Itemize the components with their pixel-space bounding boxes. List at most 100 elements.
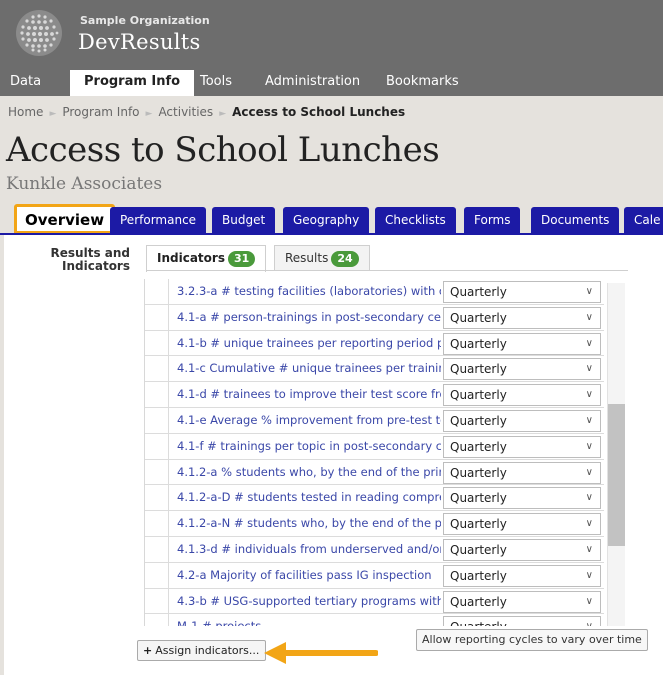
reporting-cycle-value: Quarterly <box>450 594 507 609</box>
reporting-cycle-value: Quarterly <box>450 310 507 325</box>
chevron-down-icon: ∨ <box>585 492 593 504</box>
chevron-down-icon: ∨ <box>585 466 593 478</box>
indicators-table: 3.2.3-a # testing facilities (laboratori… <box>144 279 604 626</box>
chevron-right-icon: ► <box>49 109 57 119</box>
table-row: 3.2.3-a # testing facilities (laboratori… <box>145 279 604 305</box>
reporting-cycle-select[interactable]: Quarterly ∨ <box>443 539 601 561</box>
indicators-count-badge: 31 <box>227 251 256 267</box>
indicator-link[interactable]: 4.2-a Majority of facilities pass IG ins… <box>177 563 441 588</box>
reporting-cycle-select[interactable]: Quarterly ∨ <box>443 616 601 626</box>
subtab-results[interactable]: Results 24 <box>274 245 370 271</box>
reporting-cycle-select[interactable]: Quarterly ∨ <box>443 358 601 381</box>
subtab-indicators[interactable]: Indicators 31 <box>146 245 267 272</box>
reporting-cycle-select[interactable]: Quarterly ∨ <box>443 487 601 510</box>
indicator-link[interactable]: 4.1.3-d # individuals from underserved a… <box>177 537 441 562</box>
indicator-link[interactable]: 4.1.2-a % students who, by the end of th… <box>177 460 441 485</box>
indicator-link[interactable]: 4.1.2-a-D # students tested in reading c… <box>177 485 441 510</box>
chevron-down-icon: ∨ <box>586 617 593 626</box>
activity-tabs: Overview Performance Budget Geography Ch… <box>0 204 663 234</box>
indicator-link[interactable]: 4.3-b # USG-supported tertiary programs … <box>177 589 441 614</box>
reporting-cycle-select[interactable]: Quarterly ∨ <box>443 461 601 484</box>
row-gutter <box>145 433 169 459</box>
chevron-down-icon: ∨ <box>585 363 593 375</box>
tab-budget[interactable]: Budget <box>212 207 276 233</box>
indicator-link[interactable]: 4.1.2-a-N # students who, by the end of … <box>177 511 441 536</box>
reporting-cycle-value: Quarterly <box>450 465 507 480</box>
chevron-down-icon: ∨ <box>585 440 593 452</box>
arrow-left-annotation-icon <box>264 642 378 664</box>
reporting-cycle-select[interactable]: Quarterly ∨ <box>443 564 601 587</box>
table-row: 4.2-a Majority of facilities pass IG ins… <box>145 562 604 589</box>
reporting-cycle-select[interactable]: Quarterly ∨ <box>443 590 601 613</box>
reporting-cycle-select[interactable]: Quarterly ∨ <box>443 306 601 329</box>
indicator-link[interactable]: 4.1-c Cumulative # unique trainees per t… <box>177 356 441 381</box>
tab-documents[interactable]: Documents <box>531 207 620 233</box>
nav-item-administration[interactable]: Administration <box>265 70 360 96</box>
indicator-link[interactable]: 4.1-a # person-trainings in post-seconda… <box>177 305 441 330</box>
tab-forms[interactable]: Forms <box>464 207 521 233</box>
table-row: 4.1-b # unique trainees per reporting pe… <box>145 330 604 357</box>
table-row: 4.1.2-a % students who, by the end of th… <box>145 459 604 486</box>
breadcrumb-program-info[interactable]: Program Info <box>62 105 139 119</box>
reporting-cycle-select[interactable]: Quarterly ∨ <box>443 513 601 536</box>
tab-overview[interactable]: Overview <box>14 204 116 234</box>
tab-performance[interactable]: Performance <box>110 207 207 233</box>
indicator-link[interactable]: 4.1-e Average % improvement from pre-tes… <box>177 408 441 433</box>
chevron-down-icon: ∨ <box>585 595 593 607</box>
chevron-down-icon: ∨ <box>585 286 593 297</box>
table-row: 4.1.2-a-N # students who, by the end of … <box>145 511 604 537</box>
row-gutter <box>145 485 169 511</box>
globe-logo-icon[interactable] <box>16 10 62 56</box>
row-gutter <box>145 330 169 356</box>
row-gutter <box>145 614 169 626</box>
table-row: 4.1-c Cumulative # unique trainees per t… <box>145 356 604 383</box>
table-row: 4.1-a # person-trainings in post-seconda… <box>145 304 604 331</box>
reporting-cycle-select[interactable]: Quarterly ∨ <box>443 410 601 432</box>
reporting-cycle-value: Quarterly <box>450 439 507 454</box>
chevron-down-icon: ∨ <box>585 389 593 401</box>
reporting-cycle-value: Quarterly <box>450 543 507 557</box>
breadcrumb-activities[interactable]: Activities <box>158 105 213 119</box>
row-gutter <box>145 588 169 614</box>
reporting-cycle-value: Quarterly <box>450 285 507 299</box>
tab-geography[interactable]: Geography <box>283 207 370 233</box>
scrollbar-thumb[interactable] <box>608 404 625 546</box>
indicator-link[interactable]: 3.2.3-a # testing facilities (laboratori… <box>177 279 441 304</box>
nav-item-bookmarks[interactable]: Bookmarks <box>386 70 459 96</box>
nav-item-tools[interactable]: Tools <box>200 70 232 96</box>
tab-calendar[interactable]: Cale <box>624 207 663 233</box>
reporting-cycle-value: Quarterly <box>450 414 507 428</box>
table-row: 4.3-b # USG-supported tertiary programs … <box>145 588 604 615</box>
allow-varying-cycles-button[interactable]: Allow reporting cycles to vary over time <box>416 629 648 651</box>
breadcrumb-current: Access to School Lunches <box>232 105 406 119</box>
indicator-link[interactable]: 4.1-d # trainees to improve their test s… <box>177 382 441 407</box>
indicator-link[interactable]: 4.1-f # trainings per topic in post-seco… <box>177 434 441 459</box>
row-gutter <box>145 304 169 330</box>
indicator-link[interactable]: M-1 # projects <box>177 614 441 626</box>
plus-icon: + <box>143 644 153 657</box>
reporting-cycle-select[interactable]: Quarterly ∨ <box>443 435 601 458</box>
page-title: Access to School Lunches <box>6 130 440 170</box>
nav-item-program-info[interactable]: Program Info <box>70 70 195 96</box>
assign-indicators-button[interactable]: + Assign indicators... <box>137 640 267 661</box>
results-count-badge: 24 <box>331 251 359 267</box>
indicator-link[interactable]: 4.1-b # unique trainees per reporting pe… <box>177 331 441 356</box>
chevron-down-icon: ∨ <box>585 518 593 530</box>
reporting-cycle-value: Quarterly <box>450 568 507 583</box>
table-row: 4.1-f # trainings per topic in post-seco… <box>145 433 604 460</box>
app-name[interactable]: DevResults <box>78 30 201 54</box>
reporting-cycle-select[interactable]: Quarterly ∨ <box>443 384 601 407</box>
main-nav: Data Program Info Tools Administration B… <box>0 70 663 96</box>
chevron-down-icon: ∨ <box>585 337 593 349</box>
app-header: Sample Organization DevResults <box>0 0 663 70</box>
reporting-cycle-select[interactable]: Quarterly ∨ <box>443 332 601 355</box>
breadcrumb-home[interactable]: Home <box>8 105 43 119</box>
assign-indicators-label: Assign indicators... <box>155 644 260 657</box>
chevron-down-icon: ∨ <box>585 569 593 581</box>
reporting-cycle-value: Quarterly <box>450 491 507 506</box>
page-subtitle[interactable]: Kunkle Associates <box>6 174 162 194</box>
nav-item-data[interactable]: Data <box>10 70 41 96</box>
subtab-results-label: Results <box>285 251 329 265</box>
tab-checklists[interactable]: Checklists <box>375 207 456 233</box>
reporting-cycle-select[interactable]: Quarterly ∨ <box>443 281 601 303</box>
